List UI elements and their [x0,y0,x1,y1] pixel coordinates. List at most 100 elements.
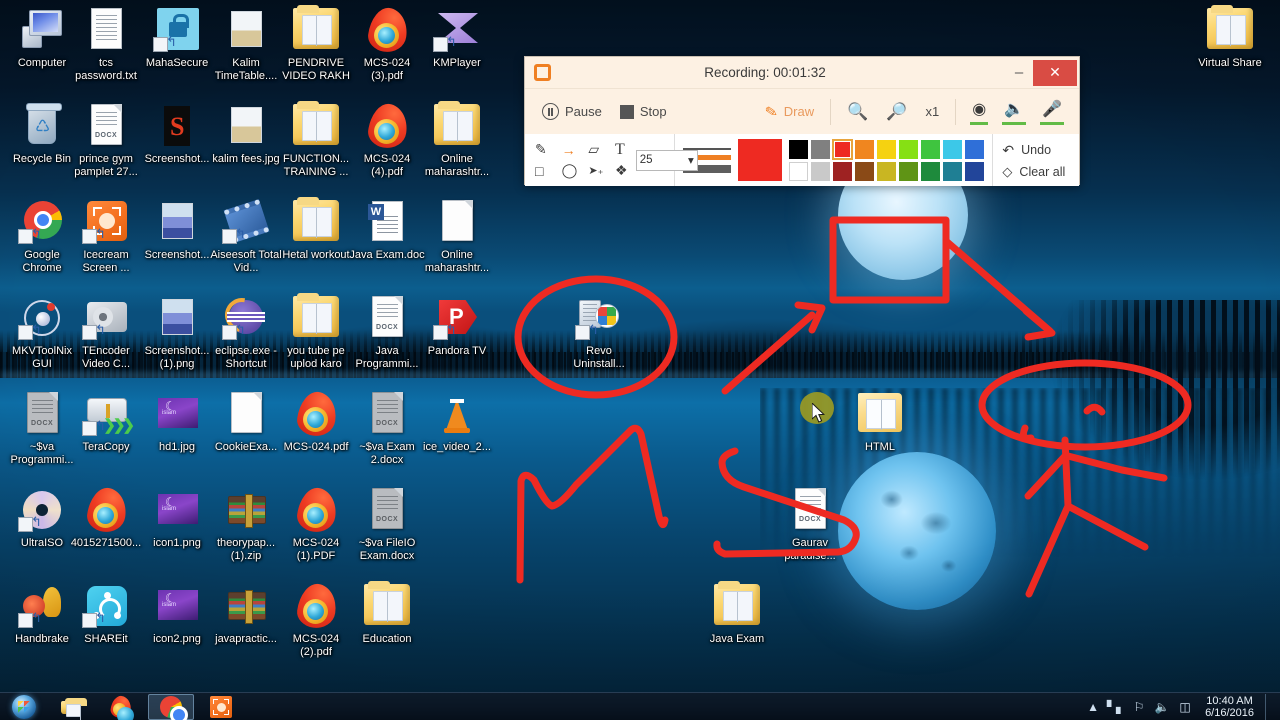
desktop-icon-hd1-jpg[interactable]: islam hd1.jpg [139,390,215,454]
desktop-icon-icon2-png[interactable]: islam icon2.png [139,582,215,646]
color-swatch-86e014[interactable] [899,139,919,159]
color-swatch-5f9415[interactable] [899,161,919,181]
color-palette[interactable] [789,138,985,181]
desktop-icon-eclipse-exe-shortcut[interactable]: eclipse.exe - Shortcut [208,291,284,371]
desktop-icon-ice-video-2[interactable]: ice_video_2... [419,390,495,454]
color-swatch-3cc8e8[interactable] [943,139,963,159]
desktop-icon-education[interactable]: Education [349,581,425,646]
icecream-recorder-window[interactable]: Recording: 00:01:32 – ✕ Pause Stop ✎ Dra… [524,56,1080,186]
desktop-icon-mcs-024-pdf[interactable]: MCS-024.pdf [278,389,354,454]
desktop-icon-screenshot[interactable]: Screenshot... [139,198,215,262]
zoom-in-button[interactable]: 🔍 [838,102,877,122]
taskbar-item-google-chrome[interactable] [148,693,194,720]
clear-all-button[interactable]: ◇ Clear all [1002,161,1079,183]
taskbar-item-pdf-reader[interactable] [98,694,144,720]
desktop-icon-label: PENDRIVE VIDEO RAKH [282,57,350,82]
desktop-icon-aiseesoft-total-vid[interactable]: Aiseesoft Total Vid... [208,198,284,275]
color-swatch-c9b622[interactable] [877,161,897,181]
desktop-icon-theorypap-1-zip[interactable]: theorypap... (1).zip [208,486,284,563]
desktop-icon-function-training[interactable]: FUNCTION... TRAINING ... [278,101,354,179]
flag-icon[interactable]: ⚐ [1132,700,1146,714]
battery-icon[interactable]: ◫ [1178,700,1192,714]
taskbar-item-file-explorer[interactable] [48,694,94,720]
signal-bars-icon[interactable]: ▘▖ [1107,700,1125,714]
color-swatch-ee2a22[interactable] [832,138,854,160]
color-swatch-9e2222[interactable] [833,161,853,181]
desktop-icon-online-maharashtr[interactable]: Online maharashtr... [419,101,495,179]
color-swatch-2f6fd8[interactable] [965,139,985,159]
ellipse-tool[interactable]: ◯ [560,162,587,179]
stop-button[interactable]: Stop [611,104,676,119]
desktop-icon-icon1-png[interactable]: islam icon1.png [139,486,215,550]
desktop-icon-kmplayer[interactable]: KMPlayer [419,6,495,70]
speaker-icon[interactable]: 🔈 [1155,700,1170,714]
desktop-icon-teracopy[interactable]: ❯❯❯ TeraCopy [68,390,144,454]
pause-button[interactable]: Pause [533,103,611,120]
desktop-icon-pendrive-video-rakh[interactable]: PENDRIVE VIDEO RAKH [278,5,354,83]
color-swatch-f0861f[interactable] [855,139,875,159]
desktop-icon-mahasecure[interactable]: MahaSecure [139,6,215,70]
desktop-icon-kalim-timetable[interactable]: Kalim TimeTable.... [208,6,284,83]
speaker-toggle[interactable]: 🔈 [995,99,1033,125]
color-swatch-808080[interactable] [811,139,831,159]
rectangle-tool[interactable]: □ [533,163,560,179]
desktop-icon-pandora-tv[interactable]: Pandora TV [419,294,495,358]
desktop-icon-4015271500[interactable]: 4015271500... [68,485,144,550]
desktop-icon-tencoder-video-c[interactable]: TEncoder Video C... [68,294,144,371]
recorder-titlebar[interactable]: Recording: 00:01:32 – ✕ [525,57,1079,89]
folder-icon [292,197,340,246]
arrow-tool[interactable]: → [560,142,587,158]
eraser-tool[interactable]: ▱ [586,141,613,158]
desktop-icon-virtual-share[interactable]: Virtual Share [1192,5,1268,70]
start-button[interactable] [4,694,44,720]
webcam-toggle[interactable]: ◉ [963,99,995,125]
desktop-icon-java-exam[interactable]: Java Exam [699,581,775,646]
color-swatch-22459a[interactable] [965,161,985,181]
desktop-icon-va-exam-2-docx[interactable]: DOCX ~$va Exam 2.docx [349,390,425,467]
color-swatch-000000[interactable] [789,139,809,159]
desktop-icon-online-maharashtr[interactable]: Online maharashtr... [419,198,495,275]
draw-button[interactable]: ✎ Draw [756,103,823,122]
taskbar-item-icecream-recorder[interactable] [198,694,244,720]
desktop-icon-shareit[interactable]: SHAREit [68,582,144,646]
desktop-icon-screenshot-1-png[interactable]: Screenshot... (1).png [139,294,215,371]
desktop-icon-label: Education [362,633,412,645]
desktop-icon-cookieexa[interactable]: CookieExa... [208,390,284,454]
desktop-icon-screenshot[interactable]: Screenshot... [139,102,215,166]
desktop-icon-java-exam-doc[interactable]: W Java Exam.doc [349,198,425,262]
minimize-button[interactable]: – [1005,60,1033,86]
color-swatch-c9c9c9[interactable] [811,161,831,181]
desktop-icon-tcs-password-txt[interactable]: tcs password.txt [68,6,144,83]
desktop-icon-mcs-024-1-pdf[interactable]: MCS-024 (1).PDF [278,485,354,563]
pointer-add-tool[interactable]: ➤₊ [586,164,613,177]
desktop-icon-mcs-024-3-pdf[interactable]: MCS-024 (3).pdf [349,5,425,83]
desktop-icon-gaurav-paradise[interactable]: DOCX Gaurav paradise... [772,486,848,563]
color-swatch-f5d211[interactable] [877,139,897,159]
close-button[interactable]: ✕ [1033,59,1077,86]
current-color-preview[interactable] [738,139,783,181]
show-desktop-button[interactable] [1265,693,1274,720]
desktop-icon-prince-gym-pamplet-27[interactable]: DOCX prince gym pamplet 27... [68,102,144,179]
desktop-icon-kalim-fees-jpg[interactable]: kalim fees.jpg [208,102,284,166]
taskbar-clock[interactable]: 10:40 AM 6/16/2016 [1201,695,1254,719]
desktop-icon-mcs-024-2-pdf[interactable]: MCS-024 (2).pdf [278,581,354,659]
color-swatch-3fc43f[interactable] [921,139,941,159]
desktop-icon-icecream-screen[interactable]: Icecream Screen ... [68,198,144,275]
desktop-icon-you-tube-pe-uplod-karo[interactable]: you tube pe uplod karo [278,293,354,371]
desktop-icon-html[interactable]: HTML [842,390,918,454]
color-swatch-1f7f94[interactable] [943,161,963,181]
desktop-icon-hetal-workout[interactable]: Hetal workout [278,197,354,262]
desktop-icon-javapractic[interactable]: javapractic... [208,582,284,646]
undo-button[interactable]: ↶ Undo [1002,139,1079,161]
microphone-toggle[interactable]: 🎤 [1033,99,1071,125]
color-swatch-1e8a3c[interactable] [921,161,941,181]
color-swatch-ffffff[interactable] [789,161,809,181]
desktop-icon-java-programmi[interactable]: DOCX Java Programmi... [349,294,425,371]
pencil-tool[interactable]: ✎ [533,141,560,158]
zoom-out-button[interactable]: 🔎 [877,102,916,122]
color-swatch-8a4a17[interactable] [855,161,875,181]
desktop-icon-va-fileio-exam-docx[interactable]: DOCX ~$va FileIO Exam.docx [349,486,425,563]
desktop-icon-revo-uninstall[interactable]: Revo Uninstall... [561,294,637,371]
chevron-up-icon[interactable]: ▲ [1086,700,1100,714]
desktop-icon-mcs-024-4-pdf[interactable]: MCS-024 (4).pdf [349,101,425,179]
